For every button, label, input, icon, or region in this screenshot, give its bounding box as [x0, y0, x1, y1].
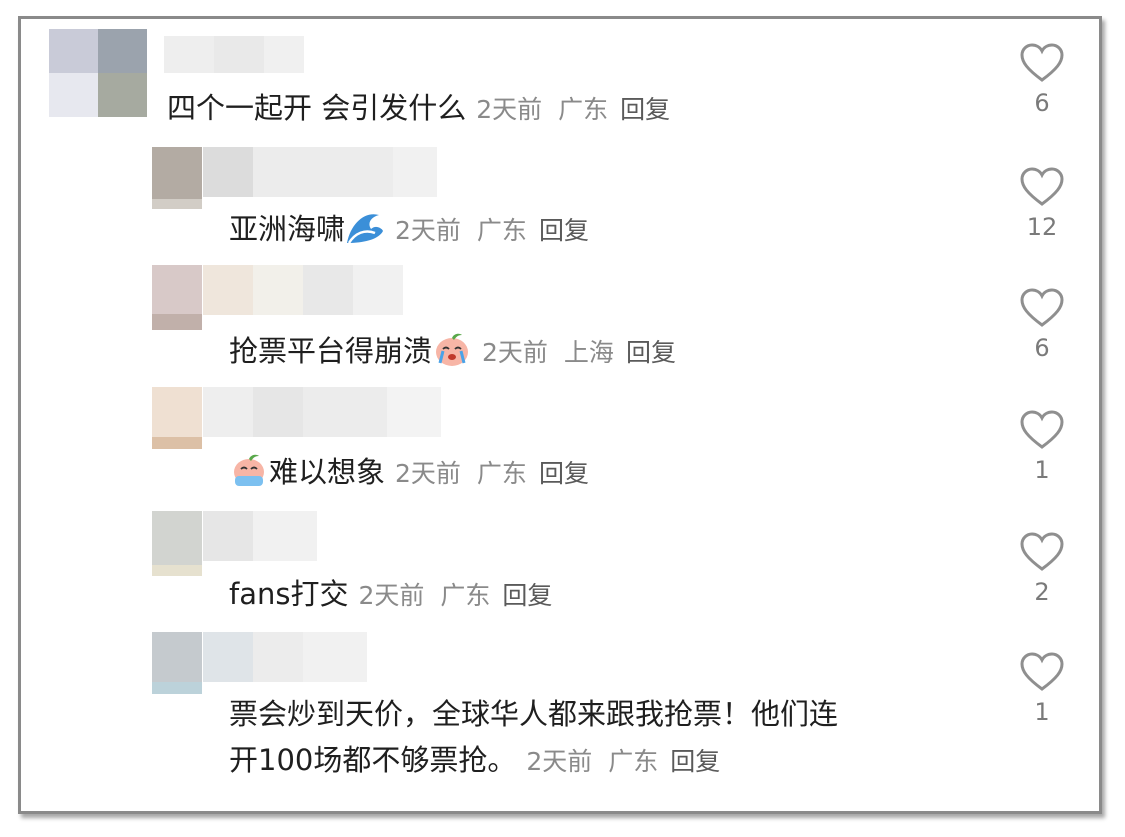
like-button[interactable]: 2 — [1012, 532, 1072, 606]
reply-button[interactable]: 回复 — [502, 581, 552, 610]
avatar[interactable] — [49, 29, 147, 117]
like-button[interactable]: 6 — [1012, 43, 1072, 117]
username-blurred[interactable] — [203, 511, 317, 561]
comment-time: 2天前 — [476, 95, 543, 124]
comment-location: 广东 — [440, 581, 491, 610]
comment-location: 广东 — [476, 459, 527, 488]
comment-text-line-2: 开100场都不够票抢。 — [229, 743, 517, 777]
heart-outline-icon — [1020, 652, 1064, 691]
comment-location: 广东 — [558, 95, 609, 124]
comment-text-row: 票会炒到天价，全球华人都来跟我抢票！他们连 开100场都不够票抢。 2天前 广东 回复 — [229, 691, 989, 785]
heart-outline-icon — [1020, 167, 1064, 206]
heart-outline-icon — [1020, 532, 1064, 571]
like-button[interactable]: 12 — [1012, 167, 1072, 241]
comment-time: 2天前 — [358, 581, 425, 610]
comment-text: 难以想象 — [269, 455, 386, 489]
wave-emoji — [345, 209, 385, 245]
comment-text-row: 抢票平台得崩溃 2天前 上海 回复 — [229, 331, 676, 372]
heart-outline-icon — [1020, 410, 1064, 449]
like-button[interactable]: 6 — [1012, 288, 1072, 362]
comment-text: 四个一起开 会引发什么 — [167, 91, 467, 125]
heart-outline-icon — [1020, 43, 1064, 82]
crying-peach-emoji — [229, 452, 269, 488]
like-count: 12 — [1026, 213, 1058, 241]
comment-location: 上海 — [563, 338, 614, 367]
like-button[interactable]: 1 — [1012, 410, 1072, 484]
reply-button[interactable]: 回复 — [670, 747, 720, 776]
comment-time: 2天前 — [526, 747, 593, 776]
comment-time: 2天前 — [395, 459, 461, 488]
avatar[interactable] — [152, 387, 202, 449]
like-button[interactable]: 1 — [1012, 652, 1072, 726]
avatar[interactable] — [152, 147, 202, 209]
comment-panel: 四个一起开 会引发什么 2天前 广东 回复 亚洲海啸 2天前 广东 回复 抢票平台得崩溃 2天… — [18, 16, 1102, 814]
comment-text-line-1: 票会炒到天价，全球华人都来跟我抢票！他们连 — [229, 697, 839, 731]
comment-text-row: 亚洲海啸 2天前 广东 回复 — [229, 209, 589, 250]
reply-button[interactable]: 回复 — [620, 95, 670, 124]
comment-time: 2天前 — [395, 216, 461, 245]
comment-text: 亚洲海啸 — [229, 212, 346, 246]
like-count: 2 — [1034, 578, 1050, 606]
comment-location: 广东 — [476, 216, 527, 245]
comment-text: fans打交 — [229, 577, 349, 611]
like-count: 1 — [1034, 698, 1050, 726]
avatar[interactable] — [152, 265, 202, 330]
username-blurred[interactable] — [164, 36, 304, 73]
like-count: 6 — [1034, 89, 1050, 117]
comment-text-row: 四个一起开 会引发什么 2天前 广东 回复 — [167, 89, 670, 129]
avatar[interactable] — [152, 511, 202, 576]
reply-button[interactable]: 回复 — [539, 216, 589, 245]
username-blurred[interactable] — [203, 265, 403, 315]
comment-text-row: fans打交 2天前 广东 回复 — [229, 575, 552, 615]
username-blurred[interactable] — [203, 147, 437, 197]
like-count: 1 — [1034, 456, 1050, 484]
username-blurred[interactable] — [203, 632, 367, 682]
comment-text-row: 难以想象 2天前 广东 回复 — [229, 452, 589, 493]
username-blurred[interactable] — [203, 387, 441, 437]
crying-peach-emoji — [432, 331, 472, 367]
reply-button[interactable]: 回复 — [626, 338, 676, 367]
heart-outline-icon — [1020, 288, 1064, 327]
reply-button[interactable]: 回复 — [539, 459, 589, 488]
comment-location: 广东 — [608, 747, 659, 776]
like-count: 6 — [1034, 334, 1050, 362]
avatar[interactable] — [152, 632, 202, 694]
comment-text: 抢票平台得崩溃 — [229, 334, 433, 368]
comment-time: 2天前 — [482, 338, 548, 367]
